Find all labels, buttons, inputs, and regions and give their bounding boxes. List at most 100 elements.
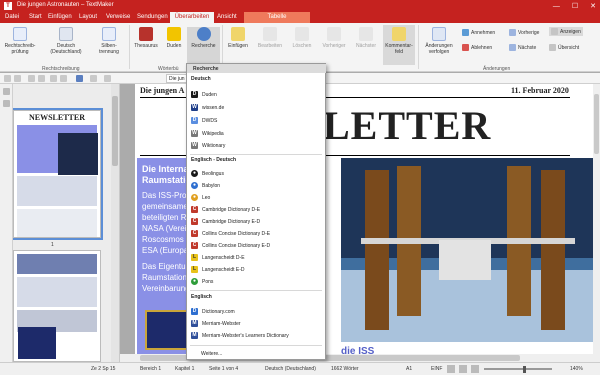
next-comment-button[interactable]: Nächster xyxy=(351,27,381,49)
menu-datei[interactable]: Datei xyxy=(5,14,19,20)
research-item-collins-de[interactable]: C Collins Concise Dictionary D-E xyxy=(191,228,270,239)
page-thumbnail-2[interactable] xyxy=(13,250,101,362)
delete-comment-button[interactable]: Löschen xyxy=(288,27,316,49)
research-item-cambridge-ed[interactable]: C Cambridge Dictionary E-D xyxy=(191,216,260,227)
research-item-dictionary-com[interactable]: D Dictionary.com xyxy=(191,306,235,317)
vertical-scrollbar[interactable] xyxy=(593,84,600,354)
comment-next-icon xyxy=(359,27,373,41)
research-item-merriam-learners[interactable]: M Merriam-Webster's Learners Dictionary xyxy=(191,330,289,341)
tab-tabelle[interactable]: Tabelle xyxy=(244,12,310,23)
next-change-button[interactable]: Nächste xyxy=(509,44,536,51)
open-icon[interactable] xyxy=(14,75,21,82)
research-item-babylon[interactable]: ● Babylon xyxy=(191,180,220,191)
cut-icon[interactable] xyxy=(50,75,57,82)
research-item-pons[interactable]: ● Pons xyxy=(191,276,213,287)
ribbon-separator xyxy=(129,25,130,69)
menu-start[interactable]: Start xyxy=(29,14,42,20)
page-thumbnail-1[interactable]: NEWSLETTER xyxy=(13,108,103,240)
research-button[interactable]: Recherche xyxy=(187,27,220,65)
newsletter-title: LETTER xyxy=(323,103,492,148)
previous-change-button[interactable]: Vorherige xyxy=(509,29,539,36)
research-item-beolingus[interactable]: ● Beolingus xyxy=(191,168,224,179)
track-changes-button[interactable]: Änderungen verfolgen xyxy=(420,27,458,55)
vertical-scroll-thumb[interactable] xyxy=(594,94,599,154)
show-changes-button[interactable]: Anzeigen xyxy=(549,27,583,36)
duden-button[interactable]: Duden xyxy=(162,27,186,49)
thumbnails-scroll-thumb[interactable] xyxy=(112,96,118,166)
status-zoom[interactable]: 140% xyxy=(570,366,583,372)
status-cell: A1 xyxy=(406,366,413,372)
research-item-wissen[interactable]: W wissen.de xyxy=(191,102,224,113)
preview-icon[interactable] xyxy=(38,75,45,82)
outline-view-icon[interactable] xyxy=(471,365,479,373)
collins-icon: C xyxy=(191,230,198,237)
hyphenation-button[interactable]: Silben-trennung xyxy=(92,27,126,55)
status-chapter: Kapitel 1 xyxy=(175,366,195,372)
hyphen-icon xyxy=(102,27,116,41)
research-item-langenscheidt-de[interactable]: L Langenscheidt D-E xyxy=(191,252,245,263)
solar-panel xyxy=(541,170,565,330)
save-icon[interactable] xyxy=(76,75,83,82)
dictionary-com-icon: D xyxy=(191,308,198,315)
maximize-button[interactable]: ☐ xyxy=(572,2,578,10)
research-item-duden[interactable]: D Duden xyxy=(191,89,217,100)
research-item-wiktionary[interactable]: W Wiktionary xyxy=(191,140,225,151)
spelling-button[interactable]: Rechtschreib-prüfung xyxy=(3,27,37,55)
accept-button[interactable]: Annehmen xyxy=(462,29,495,36)
research-dropdown: Recherche Deutsch D Duden W wissen.de D … xyxy=(186,63,326,360)
research-item-collins-ed[interactable]: C Collins Concise Dictionary E-D xyxy=(191,240,270,251)
thumb-body-text xyxy=(17,209,97,237)
solar-panel xyxy=(365,170,389,330)
status-insert-mode[interactable]: EINF xyxy=(431,366,442,372)
close-button[interactable]: ✕ xyxy=(590,2,596,10)
sidebar-toggle-icon[interactable] xyxy=(3,88,10,95)
next-change-icon xyxy=(509,44,516,51)
station-modules xyxy=(439,240,491,280)
pages-panel-icon[interactable] xyxy=(3,100,10,107)
research-item-merriam-webster[interactable]: M Merriam-Webster xyxy=(191,318,241,329)
prev-comment-button[interactable]: Vorheriger xyxy=(318,27,350,49)
comment-field-icon xyxy=(392,27,406,41)
menu-verweise[interactable]: Verweise xyxy=(106,14,130,20)
menu-ansicht[interactable]: Ansicht xyxy=(217,14,237,20)
comment-field-button[interactable]: Kommentar-feld xyxy=(383,25,415,65)
zoom-slider-handle[interactable] xyxy=(523,366,526,373)
print-icon[interactable] xyxy=(28,75,35,82)
dwds-icon: D xyxy=(191,117,198,124)
thumbnails-scrollbar[interactable] xyxy=(111,84,119,362)
minimize-button[interactable]: — xyxy=(553,3,560,10)
thesaurus-button[interactable]: Thesaurus xyxy=(131,27,161,49)
dropdown-header: Recherche xyxy=(187,64,326,73)
menu-sendungen[interactable]: Sendungen xyxy=(137,14,168,20)
left-icon-column xyxy=(0,84,13,362)
menu-layout[interactable]: Layout xyxy=(79,14,97,20)
ribbon-separator xyxy=(418,25,419,69)
group-label-spelling: Rechtschreibung xyxy=(42,66,80,72)
research-item-dwds[interactable]: D DWDS xyxy=(191,115,217,126)
status-language[interactable]: Deutsch (Deutschland) xyxy=(265,366,316,372)
zoom-slider[interactable] xyxy=(484,368,552,370)
research-more-item[interactable]: Weitere... xyxy=(201,348,222,359)
language-button[interactable]: Deutsch (Deutschland) xyxy=(44,27,88,55)
research-item-langenscheidt-ed[interactable]: L Langenscheidt E-D xyxy=(191,264,245,275)
style-selector[interactable]: Die jun xyxy=(166,74,188,83)
research-item-leo[interactable]: ● Leo xyxy=(191,192,210,203)
thumb-logo xyxy=(18,327,56,359)
redo-icon[interactable] xyxy=(104,75,111,82)
new-icon[interactable] xyxy=(4,75,11,82)
overview-icon xyxy=(549,44,556,51)
edit-comment-button[interactable]: Bearbeiten xyxy=(254,27,286,49)
copy-icon[interactable] xyxy=(60,75,67,82)
insert-comment-button[interactable]: Einfügen xyxy=(225,27,251,49)
duden-icon: D xyxy=(191,91,198,98)
overview-button[interactable]: Übersicht xyxy=(549,44,579,51)
research-item-wikipedia[interactable]: W Wikipedia xyxy=(191,128,224,139)
reject-button[interactable]: Ablehnen xyxy=(462,44,492,51)
page-view-icon[interactable] xyxy=(459,365,467,373)
undo-icon[interactable] xyxy=(90,75,97,82)
research-item-cambridge-de[interactable]: C Cambridge Dictionary D-E xyxy=(191,204,260,215)
menu-einfuegen[interactable]: Einfügen xyxy=(48,14,72,20)
title-bar: T Die jungen Astronauten – TextMaker — ☐… xyxy=(0,0,600,12)
normal-view-icon[interactable] xyxy=(447,365,455,373)
tab-ueberarbeiten[interactable]: Überarbeiten xyxy=(170,12,214,23)
